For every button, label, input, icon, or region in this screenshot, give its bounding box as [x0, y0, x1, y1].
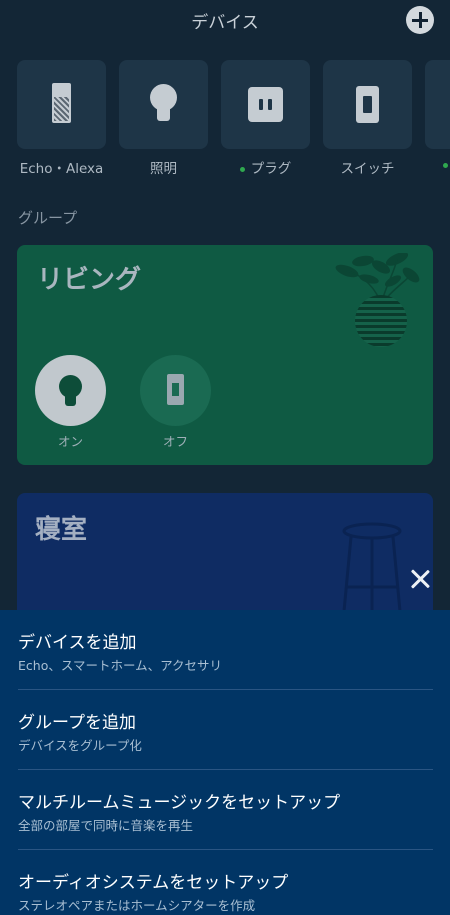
- device-tile-more[interactable]: [425, 60, 450, 149]
- device-tile-label-text: プラグ: [250, 161, 292, 177]
- plant-pot-icon: [355, 295, 407, 347]
- menu-item-subtitle: ステレオペアまたはホームシアターを作成: [18, 898, 256, 913]
- status-dot: [239, 166, 245, 172]
- plug-icon: [248, 87, 283, 122]
- device-type-list: Echo・Alexa 照明 プラグ スイッチ: [17, 60, 450, 180]
- header: デバイス: [0, 0, 450, 40]
- device-tile-label-more: [425, 157, 450, 173]
- groups-section-label: グループ: [18, 209, 78, 227]
- device-tile-label: 照明: [150, 161, 177, 177]
- light-bulb-icon: [150, 84, 177, 111]
- devices-screen: デバイス Echo・Alexa 照明 プラグ スイッチ グループ リビング オン…: [0, 0, 450, 915]
- add-icon[interactable]: [406, 6, 434, 34]
- light-bulb-base: [65, 395, 76, 406]
- group-name: リビング: [37, 265, 142, 295]
- group-card-living[interactable]: リビング オン オフ: [17, 245, 433, 465]
- menu-item-title: グループを追加: [18, 713, 136, 733]
- menu-item-audio-system[interactable]: オーディオシステムをセットアップ ステレオペアまたはホームシアターを作成: [0, 850, 450, 915]
- device-tile-plug[interactable]: [221, 60, 310, 149]
- echo-device-icon: [52, 83, 71, 123]
- menu-item-subtitle: 全部の部屋で同時に音楽を再生: [18, 818, 194, 833]
- menu-item-add-group[interactable]: グループを追加 デバイスをグループ化: [0, 690, 450, 770]
- light-bulb-base: [157, 109, 170, 121]
- control-label-on: オン: [57, 434, 83, 449]
- menu-item-subtitle: Echo、スマートホーム、アクセサリ: [18, 658, 222, 673]
- device-tile-label-plug: プラグ: [221, 157, 310, 177]
- switch-icon: [356, 86, 379, 123]
- menu-item-title: オーディオシステムをセットアップ: [18, 873, 289, 893]
- device-tile-label: Echo・Alexa: [19, 161, 104, 177]
- close-icon[interactable]: [407, 566, 433, 592]
- control-label-off: オフ: [162, 434, 188, 449]
- switch-off-button[interactable]: [140, 355, 211, 426]
- add-menu-sheet: デバイスを追加 Echo、スマートホーム、アクセサリ グループを追加 デバイスを…: [0, 610, 450, 915]
- menu-item-multiroom-music[interactable]: マルチルームミュージックをセットアップ 全部の部屋で同時に音楽を再生: [0, 770, 450, 850]
- menu-item-subtitle: デバイスをグループ化: [18, 738, 142, 753]
- group-name: 寝室: [35, 515, 88, 545]
- status-dot: [443, 162, 448, 168]
- page-title: デバイス: [191, 13, 259, 33]
- device-tile-switch[interactable]: [323, 60, 412, 149]
- device-tile-echo[interactable]: [17, 60, 106, 149]
- menu-item-add-device[interactable]: デバイスを追加 Echo、スマートホーム、アクセサリ: [0, 610, 450, 690]
- light-on-button[interactable]: [35, 355, 106, 426]
- switch-icon: [167, 374, 184, 405]
- menu-item-title: デバイスを追加: [18, 633, 137, 653]
- device-tile-label: スイッチ: [340, 161, 395, 177]
- menu-item-title: マルチルームミュージックをセットアップ: [18, 793, 341, 813]
- device-tile-lighting[interactable]: [119, 60, 208, 149]
